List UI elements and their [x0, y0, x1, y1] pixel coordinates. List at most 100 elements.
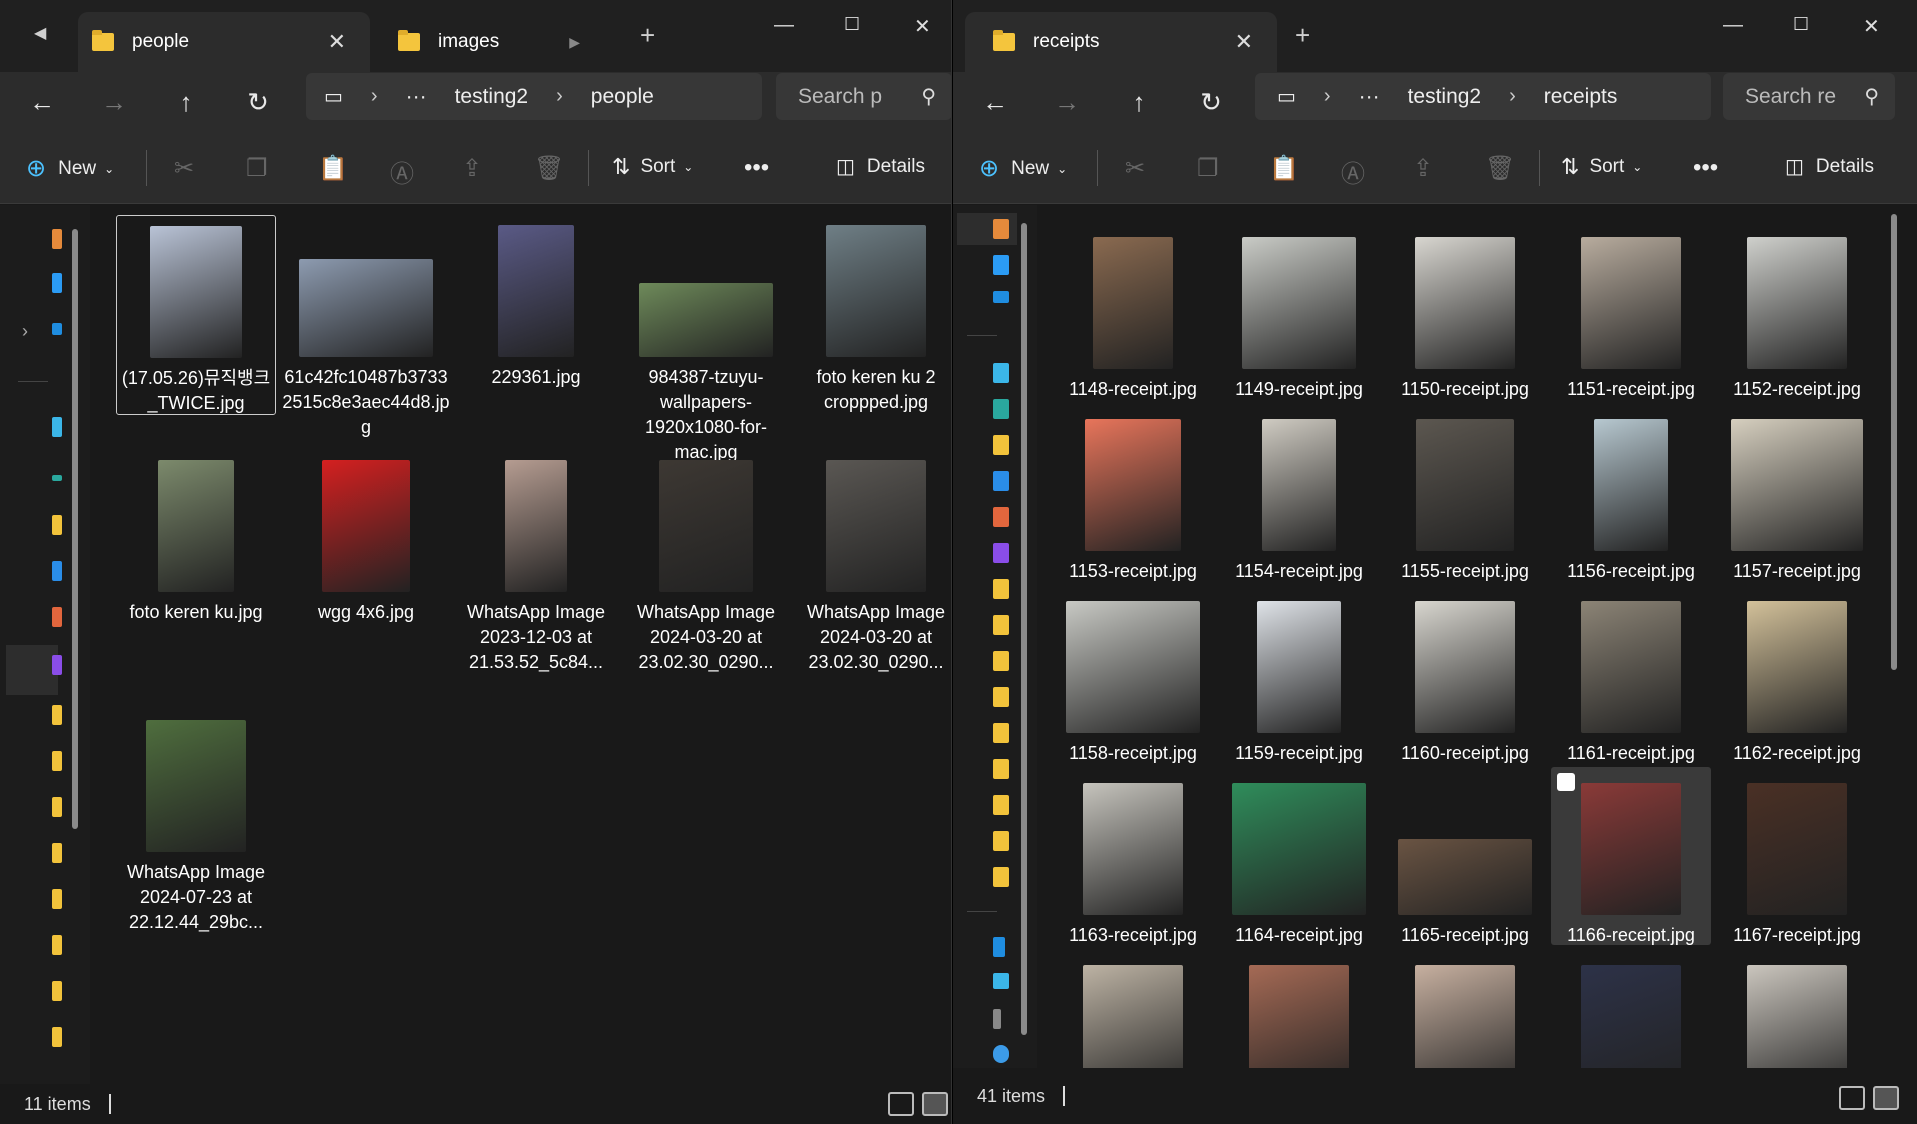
content-scrollbar[interactable]: [1891, 214, 1897, 670]
file-item[interactable]: 1162-receipt.jpg: [1717, 585, 1877, 763]
details-view-icon[interactable]: [888, 1092, 914, 1116]
rename-icon[interactable]: Ⓐ: [1341, 154, 1365, 189]
breadcrumb-item[interactable]: testing2: [1408, 85, 1482, 109]
gallery-icon[interactable]: [993, 255, 1009, 275]
file-item[interactable]: 1151-receipt.jpg: [1551, 221, 1711, 399]
breadcrumb[interactable]: ▭ › ··· testing2 › people: [306, 73, 762, 120]
tab-scroll-left-icon[interactable]: ◀: [34, 26, 46, 42]
tab-receipts[interactable]: receipts ✕: [965, 12, 1277, 72]
back-icon[interactable]: ←: [977, 84, 1013, 120]
file-item[interactable]: foto keren ku 2 croppped.jpg: [796, 215, 950, 415]
folder-icon[interactable]: [993, 435, 1009, 455]
usb-icon[interactable]: [993, 1009, 1001, 1029]
folder-icon[interactable]: [52, 705, 62, 725]
folder-icon[interactable]: [52, 1027, 62, 1047]
file-item[interactable]: 984387-tzuyu-wallpapers-1920x1080-for-ma…: [626, 215, 786, 462]
nav-scrollbar[interactable]: [72, 229, 78, 829]
file-item[interactable]: 1158-receipt.jpg: [1053, 585, 1213, 763]
breadcrumb-item[interactable]: receipts: [1544, 85, 1618, 109]
folder-icon[interactable]: [52, 797, 62, 817]
close-window-icon[interactable]: ✕: [914, 14, 931, 39]
delete-icon[interactable]: 🗑: [534, 154, 564, 183]
folder-icon[interactable]: [993, 615, 1009, 635]
search-input[interactable]: Search p ⚲: [776, 73, 951, 120]
new-button[interactable]: ⊕ New ⌄: [979, 154, 1067, 183]
thumbnail-view-icon[interactable]: [922, 1092, 948, 1116]
forward-icon[interactable]: →: [96, 84, 132, 120]
drive-icon[interactable]: [993, 937, 1005, 957]
file-item[interactable]: 1150-receipt.jpg: [1385, 221, 1545, 399]
sort-button[interactable]: ⇅ Sort ⌄: [1561, 154, 1642, 180]
onedrive-icon[interactable]: [52, 323, 62, 335]
share-icon[interactable]: ⇪: [1413, 154, 1433, 183]
file-item[interactable]: 1165-receipt.jpg: [1385, 767, 1545, 945]
file-item[interactable]: WhatsApp Image 2024-03-20 at 23.02.30_02…: [626, 450, 786, 672]
videos-icon[interactable]: [52, 655, 62, 675]
file-item[interactable]: 1167-receipt.jpg: [1717, 767, 1877, 945]
file-item[interactable]: 1152-receipt.jpg: [1717, 221, 1877, 399]
file-item[interactable]: [1053, 949, 1213, 1084]
select-checkbox[interactable]: [1557, 773, 1575, 791]
forward-icon[interactable]: →: [1049, 84, 1085, 120]
nav-scrollbar[interactable]: [1021, 223, 1027, 1035]
maximize-icon[interactable]: ☐: [1793, 14, 1809, 35]
file-item[interactable]: 1163-receipt.jpg: [1053, 767, 1213, 945]
onedrive-icon[interactable]: [993, 291, 1009, 303]
file-item[interactable]: 1153-receipt.jpg: [1053, 403, 1213, 581]
folder-icon[interactable]: [993, 687, 1009, 707]
details-view-icon[interactable]: [1839, 1086, 1865, 1110]
back-icon[interactable]: ←: [24, 84, 60, 120]
file-item[interactable]: 1164-receipt.jpg: [1219, 767, 1379, 945]
cut-icon[interactable]: ✂: [174, 154, 194, 183]
more-options-icon[interactable]: •••: [744, 154, 769, 182]
folder-icon[interactable]: [993, 651, 1009, 671]
tab-people[interactable]: people ✕: [78, 12, 370, 72]
folder-icon[interactable]: [52, 981, 62, 1001]
breadcrumb[interactable]: ▭ › ··· testing2 › receipts: [1255, 73, 1711, 120]
pictures-icon[interactable]: [993, 471, 1009, 491]
folder-icon[interactable]: [993, 795, 1009, 815]
file-item[interactable]: 61c42fc10487b37332515c8e3aec44d8.jpg: [282, 215, 450, 437]
folder-icon[interactable]: [52, 515, 62, 535]
delete-icon[interactable]: 🗑: [1485, 154, 1515, 183]
close-tab-icon[interactable]: ✕: [1235, 29, 1253, 55]
close-window-icon[interactable]: ✕: [1863, 14, 1880, 39]
file-item[interactable]: 1148-receipt.jpg: [1053, 221, 1213, 399]
new-button[interactable]: ⊕ New ⌄: [26, 154, 114, 183]
tab-scroll-right-icon[interactable]: ▶: [569, 34, 580, 51]
file-item[interactable]: 1155-receipt.jpg: [1385, 403, 1545, 581]
folder-icon[interactable]: [993, 723, 1009, 743]
details-button[interactable]: ◫ Details: [1785, 154, 1874, 179]
downloads-icon[interactable]: [52, 475, 62, 481]
downloads-icon[interactable]: [993, 399, 1009, 419]
videos-icon[interactable]: [993, 543, 1009, 563]
sort-button[interactable]: ⇅ Sort ⌄: [612, 154, 693, 180]
refresh-icon[interactable]: ↻: [1193, 84, 1229, 120]
file-item[interactable]: 1156-receipt.jpg: [1551, 403, 1711, 581]
rename-icon[interactable]: Ⓐ: [390, 154, 414, 189]
copy-icon[interactable]: ❐: [246, 154, 268, 183]
file-item[interactable]: 1157-receipt.jpg: [1717, 403, 1877, 581]
desktop-icon[interactable]: [52, 417, 62, 437]
file-item[interactable]: (17.05.26)뮤직뱅크_TWICE.jpg: [116, 215, 276, 415]
ellipsis-icon[interactable]: ···: [406, 85, 427, 109]
thumbnail-view-icon[interactable]: [1873, 1086, 1899, 1110]
refresh-icon[interactable]: ↻: [240, 84, 276, 120]
close-tab-icon[interactable]: ✕: [328, 29, 346, 55]
paste-icon[interactable]: 📋: [318, 154, 348, 183]
file-item[interactable]: 1166-receipt.jpg: [1551, 767, 1711, 945]
this-pc-icon[interactable]: [993, 973, 1009, 989]
folder-icon[interactable]: [52, 843, 62, 863]
folder-icon[interactable]: [52, 935, 62, 955]
paste-icon[interactable]: 📋: [1269, 154, 1299, 183]
file-item[interactable]: WhatsApp Image 2023-12-03 at 21.53.52_5c…: [456, 450, 616, 672]
folder-icon[interactable]: [993, 831, 1009, 851]
file-item[interactable]: 1149-receipt.jpg: [1219, 221, 1379, 399]
folder-icon[interactable]: [993, 759, 1009, 779]
folder-icon[interactable]: [993, 579, 1009, 599]
folder-icon[interactable]: [993, 867, 1009, 887]
breadcrumb-item[interactable]: people: [591, 85, 654, 109]
file-item[interactable]: [1385, 949, 1545, 1084]
more-options-icon[interactable]: •••: [1693, 154, 1718, 182]
file-item[interactable]: 1161-receipt.jpg: [1551, 585, 1711, 763]
